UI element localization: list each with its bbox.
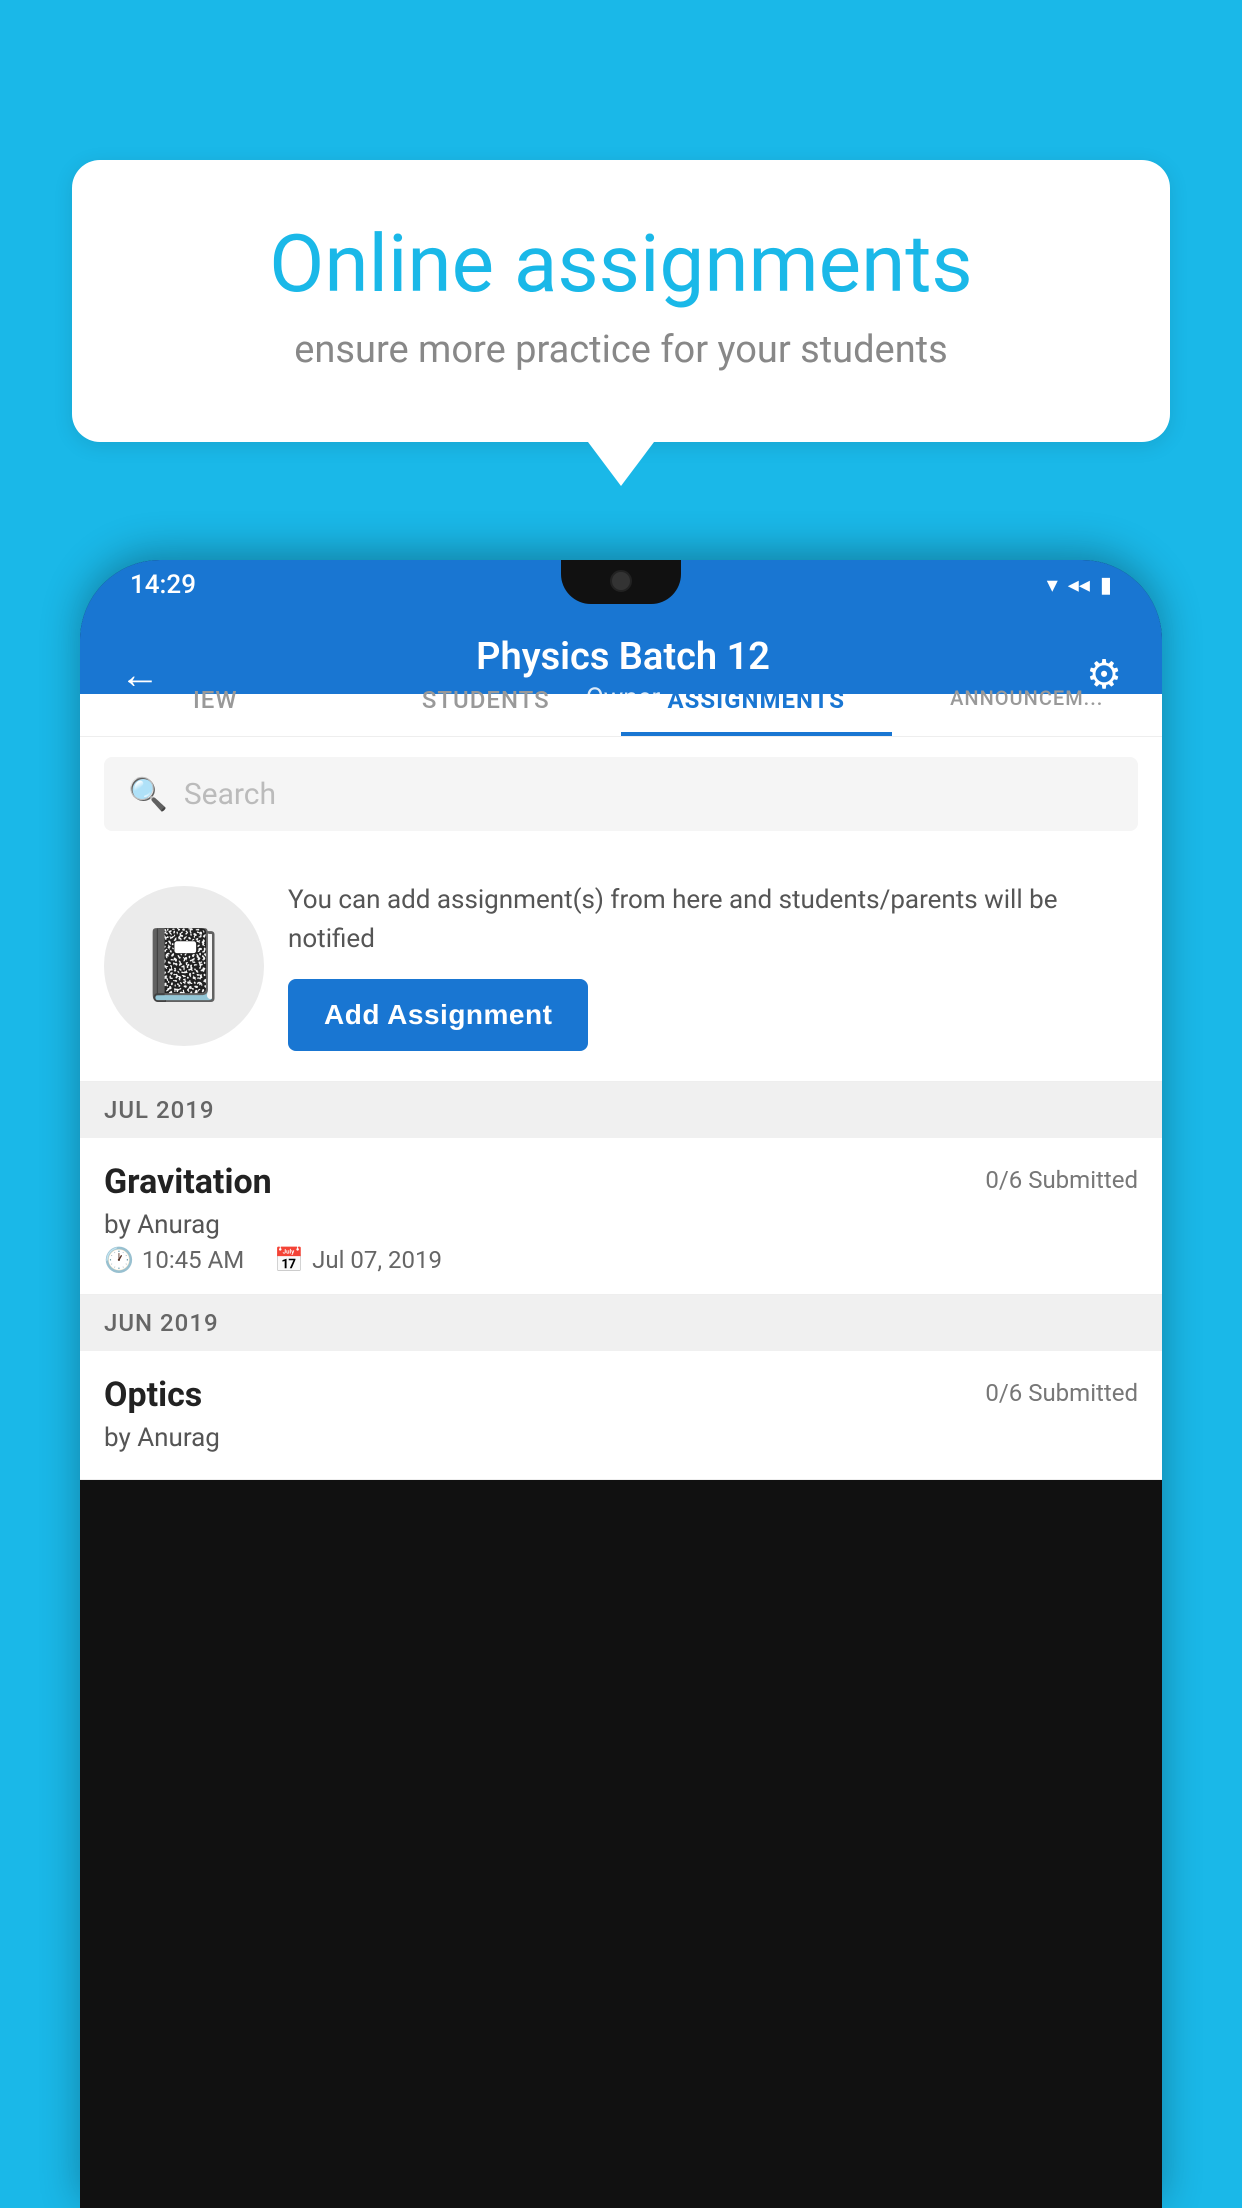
status-time: 14:29 xyxy=(130,570,196,600)
assignment-meta-gravitation: 🕐 10:45 AM 📅 Jul 07, 2019 xyxy=(104,1246,1138,1274)
camera-notch xyxy=(610,570,632,592)
assignment-item-optics[interactable]: Optics 0/6 Submitted by Anurag xyxy=(80,1351,1162,1480)
assignment-header-optics: Optics 0/6 Submitted xyxy=(104,1375,1138,1415)
bubble-subtitle: ensure more practice for your students xyxy=(142,328,1100,372)
month-separator-jun: JUN 2019 xyxy=(80,1295,1162,1351)
promo-text-area: You can add assignment(s) from here and … xyxy=(288,881,1132,1051)
assignment-title-gravitation: Gravitation xyxy=(104,1162,272,1202)
assignment-header: Gravitation 0/6 Submitted xyxy=(104,1162,1138,1202)
bubble-title: Online assignments xyxy=(142,220,1100,308)
status-icons: ▾ ◂◂ ▮ xyxy=(1047,573,1112,598)
assignment-author-gravitation: by Anurag xyxy=(104,1210,1138,1240)
tab-iew[interactable]: IEW xyxy=(80,660,351,736)
search-bar[interactable]: 🔍 Search xyxy=(104,757,1138,831)
tab-announcements[interactable]: ANNOUNCEM... xyxy=(892,660,1163,736)
battery-icon: ▮ xyxy=(1100,573,1112,598)
search-placeholder: Search xyxy=(184,777,276,812)
assignment-submitted-gravitation: 0/6 Submitted xyxy=(985,1166,1138,1194)
promo-banner: 📓 You can add assignment(s) from here an… xyxy=(80,851,1162,1082)
assignment-time-gravitation: 🕐 10:45 AM xyxy=(104,1246,244,1274)
tab-students[interactable]: STUDENTS xyxy=(351,660,622,736)
clock-icon: 🕐 xyxy=(104,1246,134,1274)
search-icon: 🔍 xyxy=(128,775,168,813)
notch xyxy=(561,560,681,604)
assignment-title-optics: Optics xyxy=(104,1375,202,1415)
notebook-icon: 📓 xyxy=(140,925,227,1007)
search-bar-wrapper: 🔍 Search xyxy=(80,737,1162,851)
add-assignment-button[interactable]: Add Assignment xyxy=(288,979,588,1051)
phone-frame: 14:29 ▾ ◂◂ ▮ ← Physics Batch 12 Owner ⚙ … xyxy=(80,560,1162,2208)
promo-icon-circle: 📓 xyxy=(104,886,264,1046)
tab-assignments[interactable]: ASSIGNMENTS xyxy=(621,660,892,736)
assignment-date-gravitation: 📅 Jul 07, 2019 xyxy=(274,1246,442,1274)
assignment-author-optics: by Anurag xyxy=(104,1423,1138,1453)
signal-icon: ◂◂ xyxy=(1068,573,1090,598)
speech-bubble: Online assignments ensure more practice … xyxy=(72,160,1170,442)
phone-notch-area: 14:29 ▾ ◂◂ ▮ ← Physics Batch 12 Owner ⚙ xyxy=(80,560,1162,660)
tabs-bar: IEW STUDENTS ASSIGNMENTS ANNOUNCEM... xyxy=(80,660,1162,737)
wifi-icon: ▾ xyxy=(1047,573,1058,598)
calendar-icon: 📅 xyxy=(274,1246,304,1274)
promo-description: You can add assignment(s) from here and … xyxy=(288,881,1132,959)
assignment-submitted-optics: 0/6 Submitted xyxy=(985,1379,1138,1407)
month-separator-jul: JUL 2019 xyxy=(80,1082,1162,1138)
speech-bubble-container: Online assignments ensure more practice … xyxy=(72,160,1170,442)
assignment-item-gravitation[interactable]: Gravitation 0/6 Submitted by Anurag 🕐 10… xyxy=(80,1138,1162,1295)
